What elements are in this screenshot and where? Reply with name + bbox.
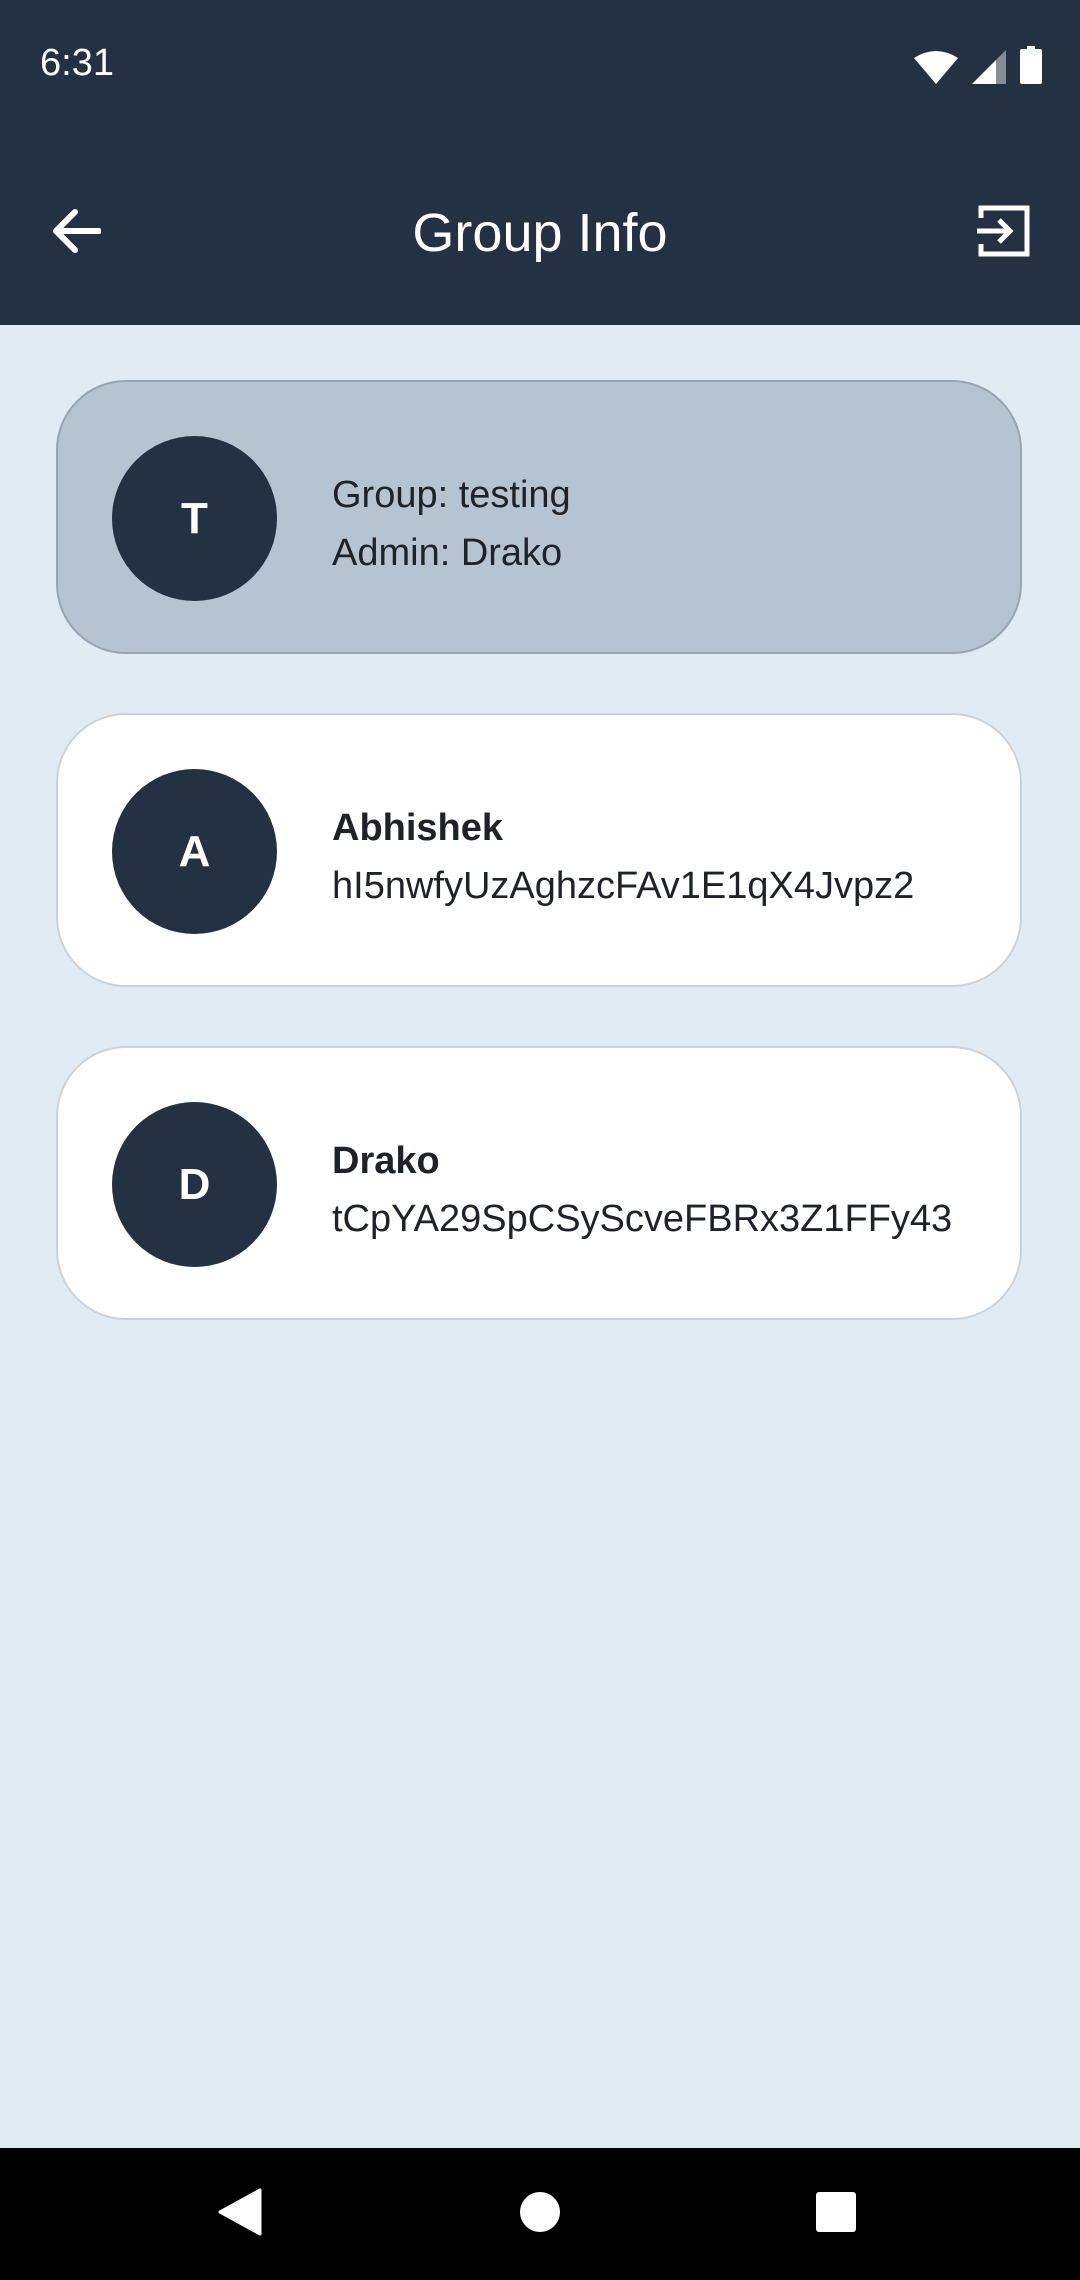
- nav-recents-button[interactable]: [800, 2178, 872, 2250]
- navigation-bar: [0, 2148, 1080, 2280]
- exit-group-icon: [977, 204, 1031, 263]
- member-details: Abhishek hI5nwfyUzAghzcFAv1E1qX4Jvpz2: [332, 799, 990, 915]
- back-triangle-icon: [218, 2188, 262, 2241]
- group-admin: Admin: Drako: [332, 532, 563, 574]
- member-card[interactable]: A Abhishek hI5nwfyUzAghzcFAv1E1qX4Jvpz2: [56, 713, 1022, 987]
- member-name: Abhishek: [332, 807, 504, 849]
- status-icons: [914, 46, 1042, 84]
- app-bar: Group Info: [0, 140, 1080, 325]
- status-bar: 6:31: [0, 0, 1080, 140]
- wifi-icon: [914, 50, 958, 84]
- battery-icon: [1020, 46, 1042, 84]
- member-card[interactable]: D Drako tCpYA29SpCSyScveFBRx3Z1FFy43: [56, 1046, 1022, 1320]
- member-avatar: D: [112, 1102, 277, 1267]
- member-avatar: A: [112, 769, 277, 934]
- group-info-card: T Group: testing Admin: Drako: [56, 380, 1022, 654]
- home-circle-icon: [519, 2191, 561, 2238]
- member-id: hI5nwfyUzAghzcFAv1E1qX4Jvpz2: [332, 865, 915, 907]
- group-details: Group: testing Admin: Drako: [332, 466, 990, 582]
- status-time: 6:31: [40, 42, 114, 84]
- recents-square-icon: [815, 2191, 857, 2238]
- member-id: tCpYA29SpCSyScveFBRx3Z1FFy43: [332, 1198, 953, 1240]
- signal-icon: [972, 50, 1006, 84]
- member-details: Drako tCpYA29SpCSyScveFBRx3Z1FFy43: [332, 1132, 990, 1248]
- exit-group-button[interactable]: [968, 197, 1040, 269]
- page-title: Group Info: [412, 203, 668, 263]
- nav-back-button[interactable]: [204, 2178, 276, 2250]
- nav-home-button[interactable]: [504, 2178, 576, 2250]
- group-name: Group: testing: [332, 474, 571, 516]
- group-avatar: T: [112, 436, 277, 601]
- member-name: Drako: [332, 1140, 440, 1182]
